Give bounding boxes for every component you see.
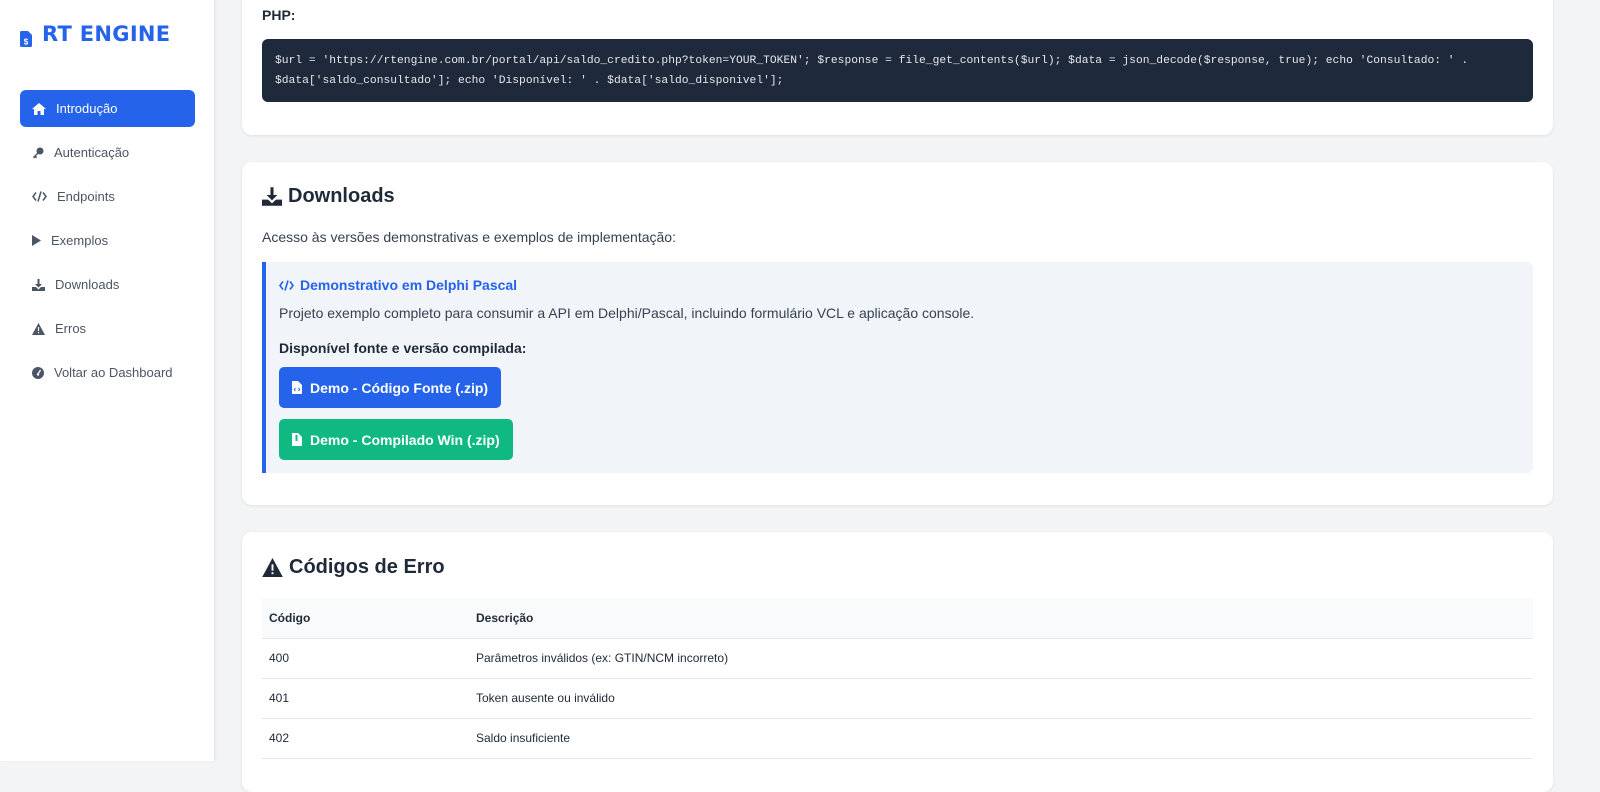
sidebar-item-exemplos[interactable]: Exemplos: [20, 222, 195, 259]
sidebar-item-introducao[interactable]: Introdução: [20, 90, 195, 127]
download-icon: [32, 278, 45, 291]
downloads-intro: Acesso às versões demonstrativas e exemp…: [262, 229, 676, 245]
php-code-block: $url = 'https://rtengine.com.br/portal/a…: [262, 39, 1533, 102]
delphi-demo-description: Projeto exemplo completo para consumir a…: [279, 305, 975, 321]
download-source-button[interactable]: Demo - Código Fonte (.zip): [279, 367, 502, 408]
table-row: 401 Token ausente ou inválido: [262, 678, 1533, 719]
sidebar-item-dashboard[interactable]: Voltar ao Dashboard: [20, 354, 195, 391]
home-icon: [32, 102, 46, 115]
error-code: 401: [262, 678, 469, 719]
downloads-card: Downloads Acesso às versões demonstrativ…: [242, 162, 1553, 505]
file-code-icon: [292, 381, 302, 394]
code-icon: [279, 279, 294, 291]
key-icon: [33, 147, 44, 158]
delphi-demo-subtitle: Disponível fonte e versão compilada:: [279, 340, 527, 356]
sidebar-item-autenticacao[interactable]: Autenticação: [20, 134, 195, 171]
errors-title: Códigos de Erro: [289, 556, 445, 578]
error-code: 402: [262, 718, 469, 759]
sidebar-nav: Introdução Autenticação Endpoints Exempl…: [20, 90, 195, 398]
table-row: 402 Saldo insuficiente: [262, 718, 1533, 759]
sidebar: $ RT ENGINE Introdução Autenticação Endp…: [0, 0, 215, 761]
php-example-card: PHP: $url = 'https://rtengine.com.br/por…: [242, 0, 1553, 135]
code-icon: [32, 191, 47, 202]
file-zip-icon: [292, 433, 302, 446]
download-compiled-button[interactable]: Demo - Compilado Win (.zip): [279, 419, 513, 460]
downloads-title: Downloads: [288, 185, 395, 207]
sidebar-item-label: Voltar ao Dashboard: [54, 365, 173, 380]
sidebar-item-label: Exemplos: [51, 233, 109, 248]
download-icon: [262, 187, 282, 206]
download-source-label: Demo - Código Fonte (.zip): [310, 379, 489, 396]
brand-name: RT ENGINE: [42, 22, 171, 46]
error-description: Token ausente ou inválido: [469, 678, 1533, 719]
column-header-description: Descrição: [469, 598, 1533, 639]
sidebar-item-label: Erros: [55, 321, 87, 336]
svg-text:$: $: [24, 38, 29, 47]
dashboard-icon: [32, 366, 44, 379]
column-header-code: Código: [262, 598, 469, 639]
sidebar-item-downloads[interactable]: Downloads: [20, 266, 195, 303]
errors-heading: Códigos de Erro: [262, 556, 445, 579]
downloads-heading: Downloads: [262, 185, 395, 208]
invoice-dollar-icon: $: [20, 31, 32, 47]
download-compiled-label: Demo - Compilado Win (.zip): [310, 431, 500, 448]
php-label: PHP:: [262, 7, 296, 23]
warning-icon: [32, 322, 45, 335]
sidebar-item-endpoints[interactable]: Endpoints: [20, 178, 195, 215]
table-row: 400 Parâmetros inválidos (ex: GTIN/NCM in…: [262, 638, 1533, 679]
error-description: Saldo insuficiente: [469, 718, 1533, 759]
table-header-row: Código Descrição: [262, 598, 1533, 639]
sidebar-item-label: Downloads: [55, 277, 120, 292]
code-line: $data['saldo_consultado']; echo 'Disponí…: [275, 75, 784, 87]
error-description: Parâmetros inválidos (ex: GTIN/NCM incor…: [469, 638, 1533, 679]
delphi-demo-title-text: Demonstrativo em Delphi Pascal: [300, 277, 518, 293]
error-codes-table: Código Descrição 400 Parâmetros inválidos…: [262, 598, 1533, 759]
error-codes-card: Códigos de Erro Código Descrição 400 Parâ…: [242, 532, 1553, 792]
warning-icon: [262, 558, 283, 577]
play-icon: [32, 235, 41, 246]
sidebar-item-label: Endpoints: [57, 189, 115, 204]
brand-logo[interactable]: $ RT ENGINE: [20, 22, 170, 47]
delphi-demo-box: Demonstrativo em Delphi Pascal Projeto e…: [262, 262, 1533, 473]
delphi-demo-title: Demonstrativo em Delphi Pascal: [279, 277, 517, 293]
code-line: $url = 'https://rtengine.com.br/portal/a…: [275, 55, 1469, 67]
error-code: 400: [262, 638, 469, 679]
sidebar-item-erros[interactable]: Erros: [20, 310, 195, 347]
sidebar-item-label: Introdução: [56, 101, 118, 116]
sidebar-item-label: Autenticação: [54, 145, 130, 160]
